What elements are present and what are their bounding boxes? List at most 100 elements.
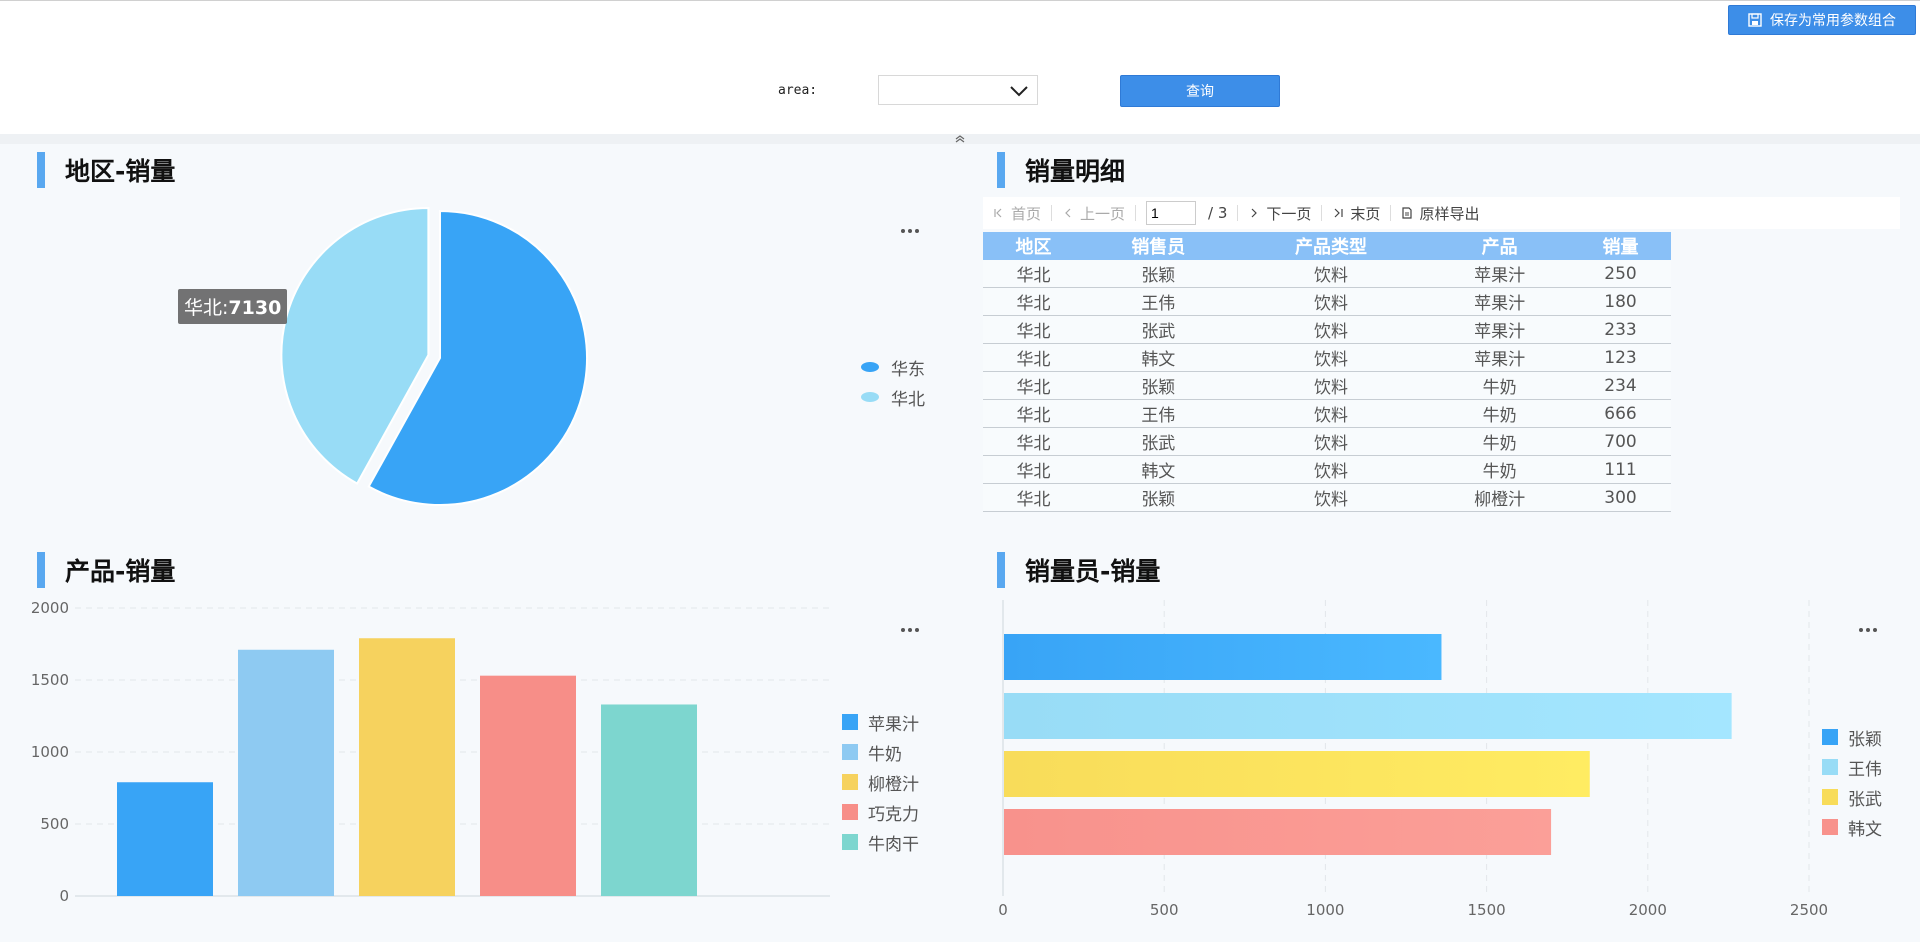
bar[interactable]	[238, 649, 334, 896]
legend-item[interactable]: 张颖	[1822, 722, 1882, 752]
table-row: 华北 韩文 饮料 牛奶 111	[983, 455, 1671, 484]
bar[interactable]	[601, 704, 697, 896]
product-sales-title-text: 产品-销量	[65, 557, 176, 586]
table-cell: 张武	[1083, 315, 1233, 344]
next-page-icon	[1251, 208, 1258, 218]
table-cell: 张颖	[1083, 260, 1233, 288]
legend-label: 华北	[891, 389, 925, 410]
pager-last[interactable]: 末页	[1332, 203, 1380, 224]
pager-divider	[1237, 205, 1239, 221]
table-cell: 牛奶	[1429, 399, 1571, 428]
legend-label: 牛奶	[868, 744, 902, 765]
bar[interactable]	[1004, 809, 1552, 855]
table-cell: 饮料	[1232, 483, 1430, 512]
bar[interactable]	[1004, 693, 1732, 739]
title-accent-bar	[997, 152, 1005, 188]
table-cell: 饮料	[1232, 427, 1430, 456]
pager-prev[interactable]: 上一页	[1062, 203, 1125, 224]
x-tick-label: 1000	[1306, 901, 1344, 919]
first-page-icon	[994, 208, 1002, 218]
table-cell: 华北	[983, 399, 1084, 428]
pager-export[interactable]: 原样导出	[1401, 203, 1479, 224]
table-cell: 700	[1570, 427, 1671, 456]
save-params-button[interactable]: 保存为常用参数组合	[1728, 5, 1916, 35]
table-cell: 华北	[983, 315, 1084, 344]
title-accent-bar	[37, 552, 45, 588]
y-tick-label: 500	[40, 815, 69, 833]
table-cell: 牛奶	[1429, 371, 1571, 400]
pager-prev-label: 上一页	[1080, 204, 1126, 223]
legend-item[interactable]: 柳橙汁	[842, 767, 919, 797]
bar[interactable]	[117, 782, 213, 896]
bar[interactable]	[1004, 634, 1442, 680]
sales-detail-title: 销量明细	[997, 152, 1125, 188]
legend-item[interactable]: 华北	[861, 382, 925, 412]
table-cell: 华北	[983, 455, 1084, 484]
table-cell: 234	[1570, 371, 1671, 400]
area-select[interactable]	[878, 75, 1038, 105]
legend-item[interactable]: 张武	[1822, 782, 1882, 812]
title-accent-bar	[997, 552, 1005, 588]
table-cell: 111	[1570, 455, 1671, 484]
legend-item[interactable]: 华东	[861, 352, 925, 382]
pager-page-input[interactable]	[1146, 201, 1197, 225]
legend-swatch	[1822, 789, 1838, 805]
legend-item[interactable]: 苹果汁	[842, 707, 919, 737]
table-header-cell: 销售员	[1083, 232, 1233, 260]
y-tick-label: 0	[59, 887, 69, 905]
legend-item[interactable]: 牛奶	[842, 737, 919, 767]
legend-item[interactable]: 王伟	[1822, 752, 1882, 782]
table-cell: 张颖	[1083, 371, 1233, 400]
pager-next-label: 下一页	[1266, 204, 1312, 223]
bar[interactable]	[480, 675, 576, 896]
table-cell: 苹果汁	[1429, 287, 1571, 316]
more-icon[interactable]	[901, 218, 925, 233]
legend-label: 柳橙汁	[868, 774, 919, 795]
legend-swatch	[842, 804, 858, 820]
legend-item[interactable]: 韩文	[1822, 812, 1882, 842]
bar[interactable]	[359, 638, 455, 896]
tooltip-label: 华北:	[184, 297, 229, 319]
table-cell: 柳橙汁	[1429, 483, 1571, 512]
table-header-cell: 销量	[1570, 232, 1671, 260]
table-row: 华北 张颖 饮料 牛奶 234	[983, 371, 1671, 400]
table-cell: 123	[1570, 343, 1671, 372]
table-row: 华北 张颖 饮料 苹果汁 250	[983, 260, 1671, 288]
bar[interactable]	[1004, 751, 1590, 797]
table-cell: 华北	[983, 343, 1084, 372]
pager-divider	[1051, 205, 1053, 221]
pager-first[interactable]: 首页	[993, 203, 1041, 224]
table-cell: 华北	[983, 427, 1084, 456]
x-tick-label: 0	[998, 901, 1008, 919]
collapse-icon[interactable]	[952, 134, 968, 144]
query-button[interactable]: 查询	[1120, 75, 1280, 107]
table-cell: 300	[1570, 483, 1671, 512]
table-cell: 饮料	[1232, 315, 1430, 344]
table-cell: 250	[1570, 260, 1671, 288]
pager-total: / 3	[1208, 204, 1228, 222]
tooltip-value: 7130	[228, 297, 282, 319]
seller-sales-title: 销量员-销量	[997, 552, 1160, 588]
legend-item[interactable]: 巧克力	[842, 797, 919, 827]
table-row: 华北 王伟 饮料 牛奶 666	[983, 399, 1671, 428]
legend-label: 牛肉干	[868, 834, 919, 855]
export-icon	[1402, 207, 1413, 219]
more-icon[interactable]	[901, 617, 925, 632]
table-row: 华北 张武 饮料 苹果汁 233	[983, 315, 1671, 344]
table-cell: 233	[1570, 315, 1671, 344]
chevron-down-icon	[1010, 86, 1028, 97]
table-cell: 苹果汁	[1429, 260, 1571, 288]
table-header-row: 地区 销售员 产品类型 产品 销量	[983, 232, 1671, 260]
legend-swatch	[861, 362, 879, 372]
more-icon[interactable]	[1859, 617, 1883, 632]
pager-next[interactable]: 下一页	[1248, 203, 1311, 224]
legend-item[interactable]: 牛肉干	[842, 827, 919, 857]
save-icon	[1748, 13, 1762, 27]
table-cell: 饮料	[1232, 371, 1430, 400]
table-row: 华北 张颖 饮料 柳橙汁 300	[983, 483, 1671, 512]
pie-tooltip: 华北:7130	[178, 289, 288, 324]
legend-label: 韩文	[1848, 819, 1882, 840]
region-sales-title: 地区-销量	[37, 152, 175, 188]
legend-label: 巧克力	[868, 804, 919, 825]
table-header-cell: 地区	[983, 232, 1084, 260]
